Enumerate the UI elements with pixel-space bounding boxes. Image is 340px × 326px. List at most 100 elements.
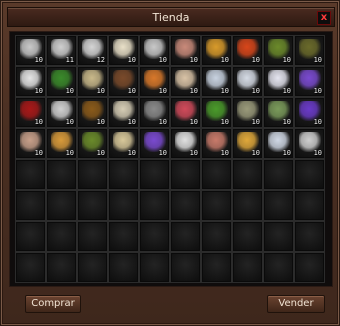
inventory-slot[interactable]: 10 <box>294 35 325 66</box>
inventory-slot[interactable] <box>139 190 170 221</box>
item-quantity: 10 <box>220 118 229 126</box>
inventory-slot[interactable]: 10 <box>294 128 325 159</box>
inventory-slot[interactable] <box>232 190 263 221</box>
inventory-slot[interactable]: 10 <box>294 66 325 97</box>
inventory-slot[interactable]: 10 <box>201 97 232 128</box>
inventory-slot[interactable]: 10 <box>139 35 170 66</box>
inventory-slot[interactable] <box>263 190 294 221</box>
inventory-slot[interactable] <box>294 159 325 190</box>
inventory-slot[interactable]: 10 <box>15 97 46 128</box>
inventory-slot[interactable]: 10 <box>46 66 77 97</box>
inventory-slot[interactable] <box>232 221 263 252</box>
item-quantity: 10 <box>251 87 260 95</box>
inventory-slot[interactable]: 10 <box>139 97 170 128</box>
inventory-slot[interactable] <box>108 190 139 221</box>
close-button[interactable]: x <box>317 11 331 25</box>
buy-button[interactable]: Comprar <box>25 295 81 313</box>
inventory-slot[interactable] <box>77 252 108 283</box>
item-quantity: 10 <box>313 56 322 64</box>
inventory-slot[interactable] <box>232 252 263 283</box>
inventory-slot[interactable]: 10 <box>77 66 108 97</box>
inventory-slot[interactable] <box>15 252 46 283</box>
inventory-slot[interactable] <box>201 159 232 190</box>
inventory-slot[interactable]: 10 <box>170 35 201 66</box>
inventory-slot[interactable]: 10 <box>232 66 263 97</box>
shop-window: Tienda x 10 11 12 10 10 10 10 10 10 10 10 10 10 10 10 1… <box>0 0 340 326</box>
inventory-slot[interactable]: 10 <box>201 35 232 66</box>
inventory-slot[interactable]: 10 <box>139 66 170 97</box>
inventory-slot[interactable]: 10 <box>170 128 201 159</box>
inventory-slot[interactable]: 10 <box>15 35 46 66</box>
inventory-slot[interactable]: 10 <box>46 97 77 128</box>
item-quantity: 10 <box>65 118 74 126</box>
inventory-slot[interactable] <box>294 252 325 283</box>
title-bar[interactable]: Tienda x <box>7 7 335 27</box>
item-quantity: 11 <box>65 56 74 64</box>
item-quantity: 10 <box>34 118 43 126</box>
inventory-slot[interactable] <box>232 159 263 190</box>
inventory-slot[interactable] <box>139 159 170 190</box>
item-quantity: 10 <box>313 87 322 95</box>
inventory-slot[interactable] <box>46 159 77 190</box>
inventory-slot[interactable]: 10 <box>108 128 139 159</box>
inventory-slot[interactable] <box>46 252 77 283</box>
inventory-slot[interactable]: 10 <box>15 128 46 159</box>
inventory-slot[interactable] <box>108 159 139 190</box>
inventory-slot[interactable]: 10 <box>232 35 263 66</box>
inventory-slot[interactable] <box>139 252 170 283</box>
item-quantity: 10 <box>189 56 198 64</box>
inventory-slot[interactable]: 10 <box>77 128 108 159</box>
item-quantity: 10 <box>189 149 198 157</box>
inventory-slot[interactable] <box>201 252 232 283</box>
inventory-slot[interactable] <box>201 221 232 252</box>
inventory-slot[interactable]: 10 <box>201 128 232 159</box>
inventory-slot[interactable]: 10 <box>232 97 263 128</box>
item-quantity: 10 <box>158 56 167 64</box>
inventory-slot[interactable]: 10 <box>263 66 294 97</box>
inventory-slot[interactable] <box>263 252 294 283</box>
item-quantity: 10 <box>158 87 167 95</box>
inventory-slot[interactable]: 10 <box>15 66 46 97</box>
inventory-slot[interactable]: 11 <box>46 35 77 66</box>
inventory-slot[interactable]: 10 <box>108 35 139 66</box>
inventory-slot[interactable] <box>77 190 108 221</box>
inventory-slot[interactable]: 10 <box>201 66 232 97</box>
inventory-slot[interactable] <box>139 221 170 252</box>
inventory-slot[interactable]: 10 <box>108 66 139 97</box>
inventory-slot[interactable] <box>170 159 201 190</box>
inventory-slot[interactable] <box>77 221 108 252</box>
inventory-slot[interactable] <box>15 221 46 252</box>
inventory-slot[interactable] <box>15 159 46 190</box>
inventory-slot[interactable] <box>108 252 139 283</box>
item-quantity: 10 <box>313 118 322 126</box>
inventory-slot[interactable] <box>294 221 325 252</box>
inventory-panel: 10 11 12 10 10 10 10 10 10 10 10 10 10 10 10 10 10 10 10 10… <box>9 31 333 287</box>
inventory-slot[interactable]: 10 <box>139 128 170 159</box>
inventory-slot[interactable]: 10 <box>77 97 108 128</box>
inventory-slot[interactable]: 10 <box>232 128 263 159</box>
item-quantity: 10 <box>282 149 291 157</box>
inventory-slot[interactable] <box>263 221 294 252</box>
inventory-slot[interactable] <box>201 190 232 221</box>
inventory-slot[interactable] <box>263 159 294 190</box>
inventory-slot[interactable]: 12 <box>77 35 108 66</box>
inventory-slot[interactable]: 10 <box>46 128 77 159</box>
inventory-slot[interactable]: 10 <box>108 97 139 128</box>
item-quantity: 10 <box>34 149 43 157</box>
inventory-slot[interactable] <box>108 221 139 252</box>
inventory-slot[interactable]: 10 <box>263 97 294 128</box>
inventory-slot[interactable] <box>170 252 201 283</box>
inventory-slot[interactable] <box>77 159 108 190</box>
inventory-slot[interactable] <box>294 190 325 221</box>
inventory-slot[interactable] <box>170 221 201 252</box>
inventory-slot[interactable]: 10 <box>263 35 294 66</box>
inventory-slot[interactable]: 10 <box>170 97 201 128</box>
inventory-slot[interactable] <box>46 221 77 252</box>
inventory-slot[interactable]: 10 <box>294 97 325 128</box>
inventory-slot[interactable]: 10 <box>263 128 294 159</box>
inventory-slot[interactable] <box>170 190 201 221</box>
inventory-slot[interactable] <box>46 190 77 221</box>
sell-button[interactable]: Vender <box>267 295 325 313</box>
inventory-slot[interactable]: 10 <box>170 66 201 97</box>
inventory-slot[interactable] <box>15 190 46 221</box>
